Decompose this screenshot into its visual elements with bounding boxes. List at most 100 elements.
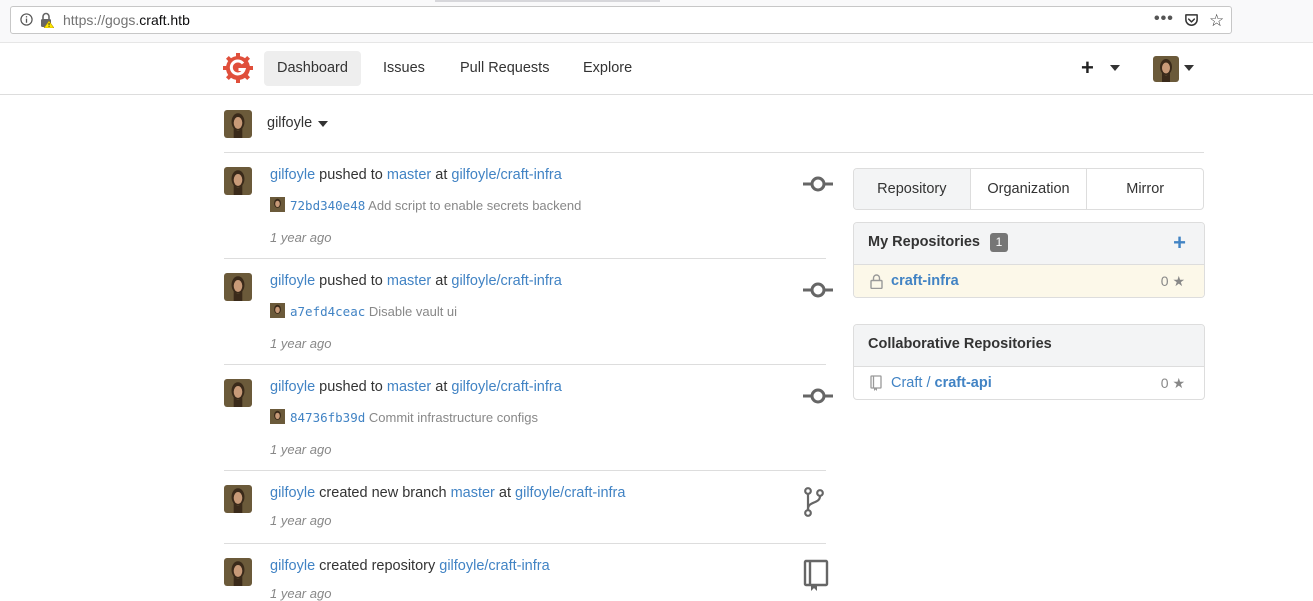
panel-header: My Repositories 1 +	[854, 223, 1204, 265]
repo-name-link[interactable]: Craft / craft-api	[891, 375, 992, 391]
feed-title: gilfoyle created new branch master at gi…	[270, 485, 625, 501]
repo-type-tabs: Repository Organization Mirror	[853, 168, 1204, 210]
star-count-value: 0	[1160, 375, 1169, 391]
feed-action: pushed to	[319, 167, 383, 183]
commit-row: 84736fb39d Commit infrastructure configs	[270, 409, 538, 425]
context-caret-icon[interactable]	[318, 121, 328, 127]
feed-repo-link[interactable]: gilfoyle/craft-infra	[451, 167, 561, 183]
bookmark-star-icon[interactable]: ☆	[1209, 11, 1224, 31]
commit-sha-link[interactable]: 72bd340e48	[290, 198, 365, 213]
nav-explore[interactable]: Explore	[570, 51, 645, 86]
feed-at: at	[435, 273, 448, 289]
nav-pull-requests[interactable]: Pull Requests	[447, 51, 562, 86]
feed-branch-link[interactable]: master	[387, 273, 431, 289]
tab-mirror[interactable]: Mirror	[1086, 169, 1203, 209]
browser-toolbar: https://gogs.craft.htb ••• ☆	[0, 0, 1313, 43]
feed-branch-link[interactable]: master	[451, 485, 495, 501]
feed-branch-link[interactable]: master	[387, 379, 431, 395]
feed-time: 1 year ago	[270, 442, 332, 457]
context-switcher-name[interactable]: gilfoyle	[267, 115, 312, 131]
star-icon: ★	[1172, 273, 1185, 289]
repo-name: craft-api	[934, 375, 992, 391]
feed-time: 1 year ago	[270, 513, 332, 528]
feed-branch-link[interactable]: master	[387, 167, 431, 183]
feed-title: gilfoyle pushed to master at gilfoyle/cr…	[270, 167, 562, 183]
new-repo-plus-icon[interactable]: +	[1173, 230, 1186, 256]
feed-time: 1 year ago	[270, 336, 332, 351]
feed-avatar[interactable]	[224, 485, 252, 513]
feed-title: gilfoyle pushed to master at gilfoyle/cr…	[270, 273, 562, 289]
repo-owner: Craft /	[891, 375, 935, 391]
pocket-icon[interactable]	[1184, 13, 1199, 28]
feed-title: gilfoyle created repository gilfoyle/cra…	[270, 558, 550, 574]
tab-repository[interactable]: Repository	[854, 169, 970, 209]
commit-row: a7efd4ceac Disable vault ui	[270, 303, 458, 319]
panel-header: Collaborative Repositories	[854, 325, 1204, 367]
gogs-logo-icon[interactable]	[223, 53, 253, 83]
feed-action: pushed to	[319, 379, 383, 395]
nav-dashboard[interactable]: Dashboard	[264, 51, 361, 86]
address-bar[interactable]: https://gogs.craft.htb ••• ☆	[10, 6, 1232, 34]
tab-strip-indicator	[435, 0, 660, 2]
commit-message: Commit infrastructure configs	[368, 410, 538, 425]
star-count-value: 0	[1160, 273, 1169, 289]
nav-issues[interactable]: Issues	[370, 51, 438, 86]
feed-repo-link[interactable]: gilfoyle/craft-infra	[451, 379, 561, 395]
feed-at: at	[435, 167, 448, 183]
feed-item: gilfoyle created new branch master at gi…	[224, 471, 826, 544]
create-new-plus-icon[interactable]: +	[1081, 57, 1094, 79]
commit-author-avatar	[270, 409, 285, 424]
feed-user-link[interactable]: gilfoyle	[270, 485, 315, 501]
tab-organization[interactable]: Organization	[969, 169, 1087, 209]
user-avatar[interactable]	[1153, 56, 1179, 82]
context-avatar[interactable]	[224, 110, 252, 138]
feed-user-link[interactable]: gilfoyle	[270, 558, 315, 574]
create-menu-caret-icon[interactable]	[1110, 65, 1120, 71]
commit-sha-link[interactable]: a7efd4ceac	[290, 304, 365, 319]
commit-author-avatar	[270, 303, 285, 318]
feed-item: gilfoyle pushed to master at gilfoyle/cr…	[224, 365, 833, 471]
repo-name-link[interactable]: craft-infra	[891, 273, 959, 289]
feed-action: created new branch	[319, 485, 447, 501]
repo-book-icon	[870, 375, 882, 391]
feed-user-link[interactable]: gilfoyle	[270, 167, 315, 183]
page-actions-menu-icon[interactable]: •••	[1154, 10, 1174, 28]
info-icon[interactable]	[20, 13, 33, 26]
repo-count-badge: 1	[990, 233, 1008, 252]
url-prefix: https://gogs.	[63, 12, 140, 28]
feed-item: gilfoyle pushed to master at gilfoyle/cr…	[224, 153, 833, 259]
feed-avatar[interactable]	[224, 379, 252, 407]
url-text[interactable]: https://gogs.craft.htb	[63, 12, 190, 28]
panel-title: My Repositories	[868, 234, 980, 250]
feed-avatar[interactable]	[224, 558, 252, 586]
repo-row[interactable]: Craft / craft-api 0 ★	[854, 367, 1204, 399]
git-commit-icon	[803, 388, 833, 404]
repo-star-count: 0 ★	[1161, 375, 1185, 392]
commit-author-avatar	[270, 197, 285, 212]
feed-time: 1 year ago	[270, 230, 332, 245]
user-menu-caret-icon[interactable]	[1184, 65, 1194, 71]
feed-repo-link[interactable]: gilfoyle/craft-infra	[439, 558, 549, 574]
repo-row[interactable]: craft-infra 0 ★	[854, 265, 1204, 297]
feed-user-link[interactable]: gilfoyle	[270, 379, 315, 395]
feed-time: 1 year ago	[270, 586, 332, 601]
insecure-lock-icon[interactable]	[40, 12, 54, 28]
git-commit-icon	[803, 176, 833, 192]
feed-avatar[interactable]	[224, 273, 252, 301]
private-lock-icon	[870, 274, 883, 289]
commit-row: 72bd340e48 Add script to enable secrets …	[270, 197, 581, 213]
repo-star-count: 0 ★	[1161, 273, 1185, 290]
feed-user-link[interactable]: gilfoyle	[270, 273, 315, 289]
commit-sha-link[interactable]: 84736fb39d	[290, 410, 365, 425]
feed-repo-link[interactable]: gilfoyle/craft-infra	[451, 273, 561, 289]
feed-item: gilfoyle pushed to master at gilfoyle/cr…	[224, 259, 833, 365]
my-repositories-panel: My Repositories 1 + craft-infra 0 ★	[853, 222, 1205, 298]
commit-message: Disable vault ui	[368, 304, 458, 319]
git-commit-icon	[803, 282, 833, 298]
site-header: Dashboard Issues Pull Requests Explore +	[0, 43, 1313, 95]
feed-repo-link[interactable]: gilfoyle/craft-infra	[515, 485, 625, 501]
star-icon: ★	[1172, 375, 1185, 391]
url-host: craft.htb	[139, 12, 190, 28]
feed-avatar[interactable]	[224, 167, 252, 195]
feed-at: at	[498, 485, 512, 501]
